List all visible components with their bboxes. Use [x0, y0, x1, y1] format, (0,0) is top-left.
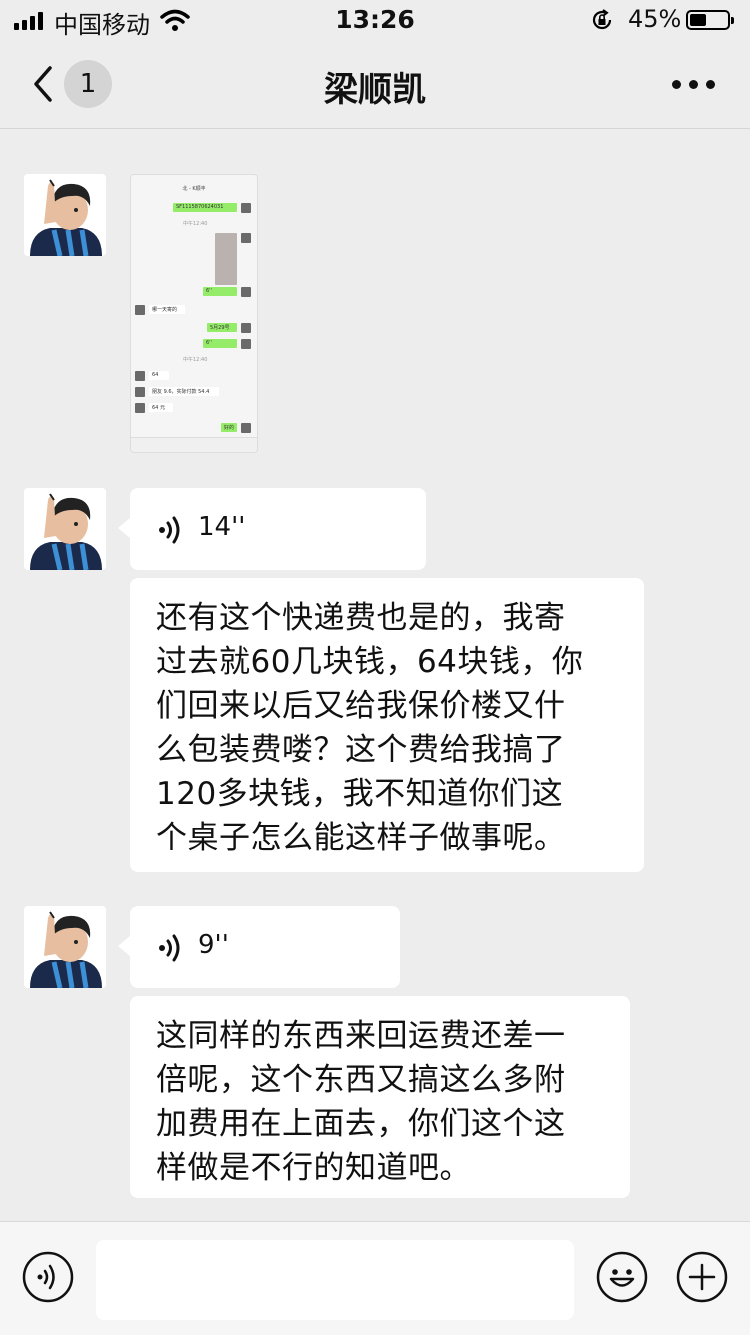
text-message[interactable]: 这同样的东西来回运费还差一 倍呢，这个东西又搞这么多附 加费用在上面去，你们这个…	[130, 996, 630, 1198]
chat-header: 1 梁顺凯	[0, 40, 750, 129]
image-message[interactable]: 北 - K顺丰 SF1115870624031 中午12:40 6'' 哪一天寄的 5月2…	[130, 174, 258, 453]
voice-duration: 14''	[198, 512, 246, 542]
image-avatar	[241, 233, 251, 243]
image-bubble-text: 6''	[206, 340, 212, 346]
text-line: 倍呢，这个东西又搞这么多附	[156, 1062, 566, 1098]
chat-title: 梁顺凯	[324, 70, 426, 110]
text-line: 还有这个快递费也是的，我寄	[156, 600, 566, 636]
text-line: 这同样的东西来回运费还差一	[156, 1018, 566, 1054]
image-thumbnail	[215, 233, 237, 285]
message-list[interactable]: 北 - K顺丰 SF1115870624031 中午12:40 6'' 哪一天寄的 5月2…	[0, 129, 750, 1221]
image-title: 北 - K顺丰	[182, 186, 206, 192]
image-avatar	[135, 387, 145, 397]
emoji-icon[interactable]	[596, 1251, 648, 1303]
image-avatar	[241, 287, 251, 297]
voice-message[interactable]: 9''	[118, 906, 400, 988]
image-bubble-text: 64 元	[152, 405, 165, 411]
contact-avatar[interactable]	[24, 906, 106, 988]
image-bubble-text: 哪一天寄的	[152, 307, 178, 313]
avatar-illustration	[24, 488, 106, 570]
contact-avatar[interactable]	[24, 488, 106, 570]
text-line: 们回来以后又给我保价楼又什	[156, 688, 566, 724]
image-bubble-text: 好的	[224, 425, 235, 431]
message-input[interactable]	[96, 1240, 574, 1320]
image-avatar	[241, 339, 251, 349]
text-line: 加费用在上面去，你们这个这	[156, 1106, 566, 1142]
voice-wave-icon	[159, 934, 180, 962]
plus-icon[interactable]	[676, 1251, 728, 1303]
image-avatar	[241, 323, 251, 333]
avatar-illustration	[24, 906, 106, 988]
image-timestamp: 中午12:40	[183, 357, 208, 363]
battery-percentage: 45%	[628, 5, 682, 33]
voice-input-icon[interactable]	[22, 1251, 74, 1303]
text-line: 过去就60几块钱，64块钱，你	[156, 644, 584, 680]
image-avatar	[135, 305, 145, 315]
contact-avatar[interactable]	[24, 174, 106, 256]
text-line: 120多块钱，我不知道你们这	[156, 776, 564, 812]
voice-wave-icon	[159, 516, 180, 544]
image-bubble-text: 6''	[206, 288, 212, 294]
battery-icon	[686, 10, 734, 30]
image-avatar	[241, 423, 251, 433]
image-bubble-text: 朋友 9.6，实际付款 54.4	[152, 389, 210, 395]
image-bubble-text: SF1115870624031	[176, 204, 224, 210]
more-icon[interactable]	[672, 80, 716, 90]
text-line: 么包装费喽？这个费给我搞了	[156, 732, 566, 768]
status-bar: 中国移动 13:26 45%	[0, 0, 750, 40]
text-line: 样做是不行的知道吧。	[156, 1150, 471, 1186]
image-avatar	[135, 371, 145, 381]
image-bubble-text: 5月29号	[210, 325, 230, 331]
text-message[interactable]: 还有这个快递费也是的，我寄 过去就60几块钱，64块钱，你 们回来以后又给我保价…	[130, 578, 644, 872]
voice-duration: 9''	[198, 930, 229, 960]
text-line: 个桌子怎么能这样子做事呢。	[156, 820, 566, 856]
image-bubble-text: 64	[152, 372, 159, 378]
image-input-bar	[131, 437, 257, 452]
image-timestamp: 中午12:40	[183, 221, 208, 227]
image-avatar	[241, 203, 251, 213]
voice-message[interactable]: 14''	[118, 488, 426, 570]
input-bar	[0, 1221, 750, 1335]
image-avatar	[135, 403, 145, 413]
orientation-lock-icon	[592, 9, 612, 30]
avatar-illustration	[24, 174, 106, 256]
